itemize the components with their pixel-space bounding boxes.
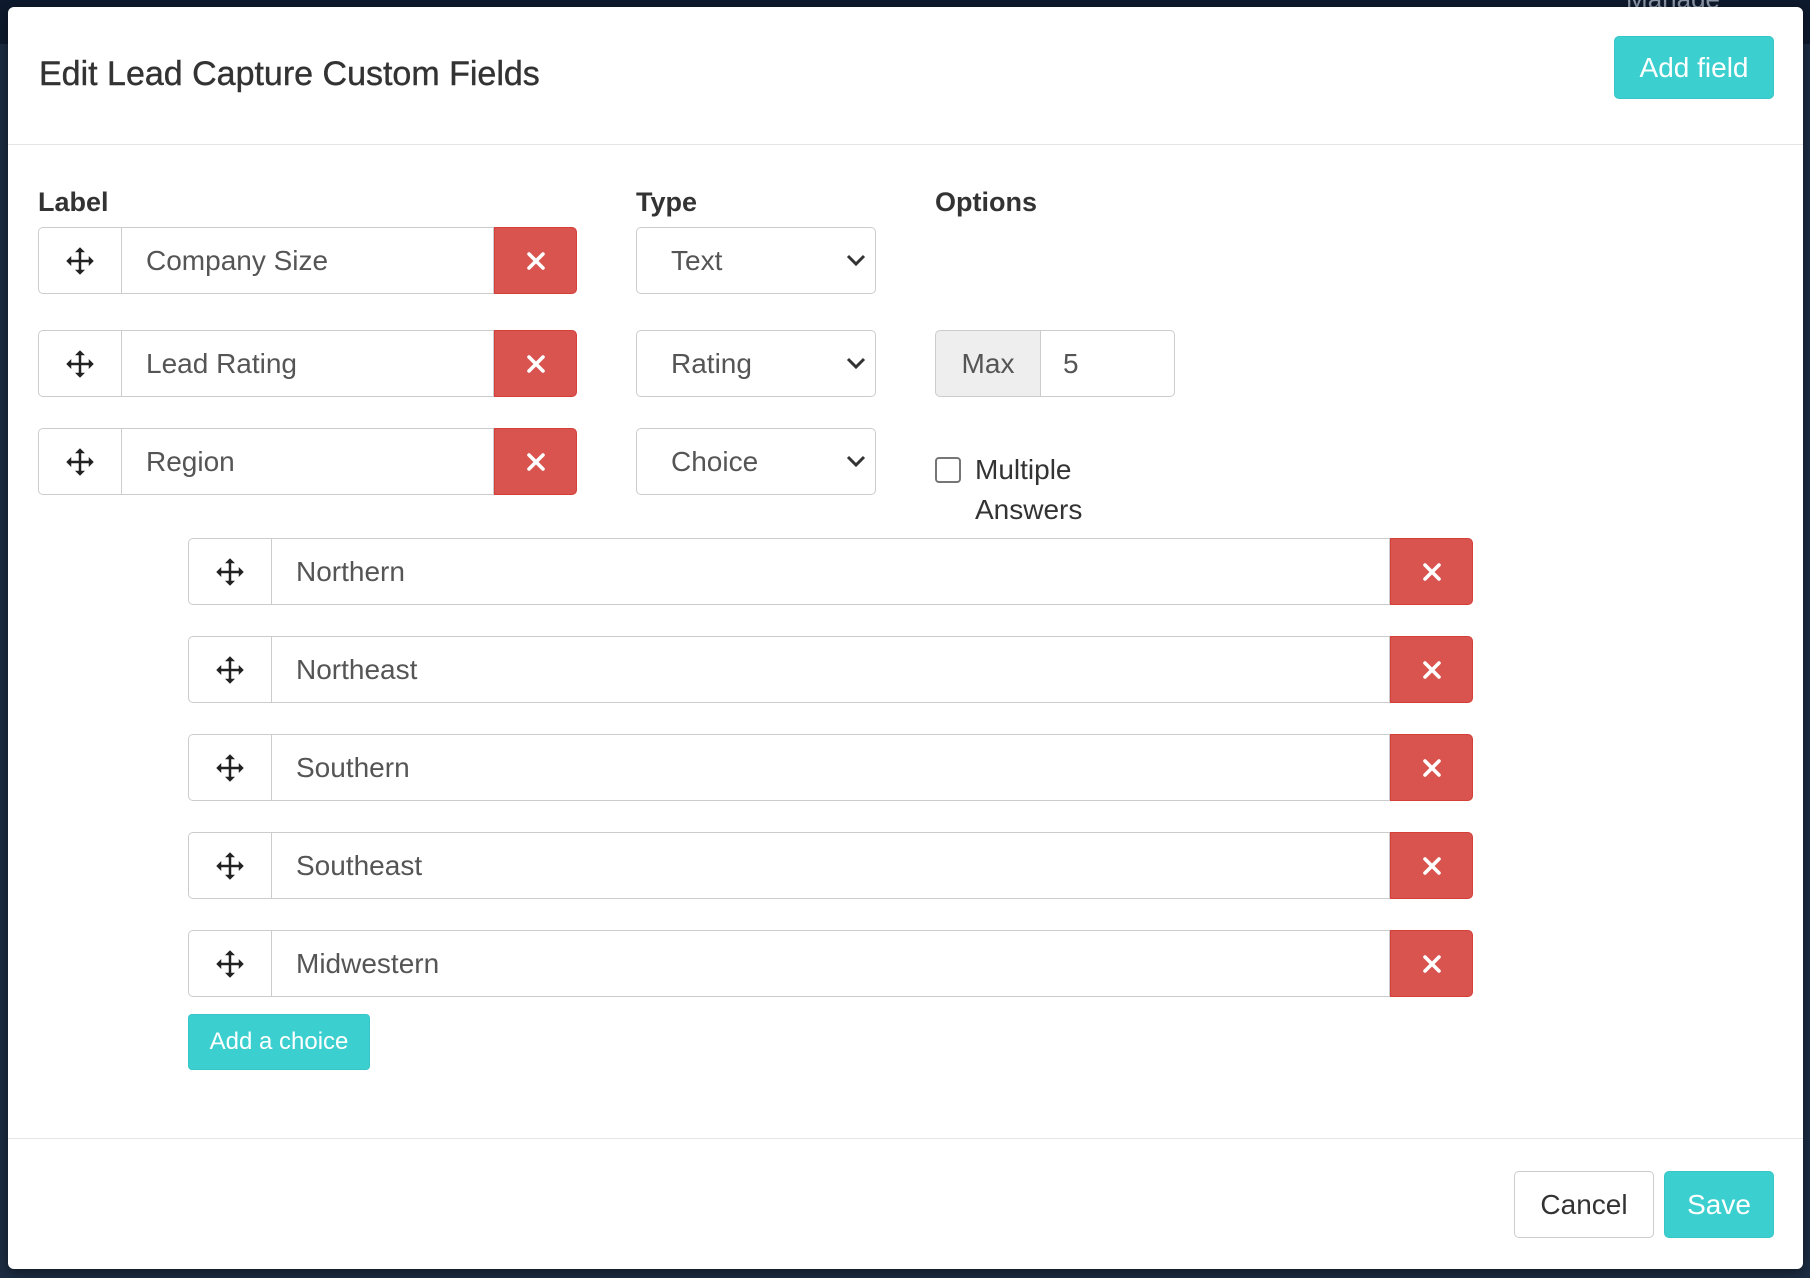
move-arrows-icon: [66, 246, 94, 275]
close-x-icon: [1422, 660, 1441, 679]
choice-input[interactable]: [271, 538, 1390, 605]
field-type-value: Choice: [671, 445, 759, 477]
delete-field-button[interactable]: [494, 227, 577, 294]
modal-title: Edit Lead Capture Custom Fields: [39, 55, 540, 93]
edit-custom-fields-modal: Edit Lead Capture Custom Fields Add fiel…: [8, 7, 1803, 1269]
save-button[interactable]: Save: [1664, 1171, 1774, 1238]
drag-handle[interactable]: [188, 930, 271, 997]
drag-handle[interactable]: [38, 227, 121, 294]
drag-handle[interactable]: [38, 330, 121, 397]
choice-input[interactable]: [271, 832, 1390, 899]
drag-handle[interactable]: [188, 538, 271, 605]
delete-choice-button[interactable]: [1390, 538, 1473, 605]
close-x-icon: [526, 452, 545, 471]
move-arrows-icon: [216, 655, 244, 684]
choice-row: [188, 636, 1473, 703]
close-x-icon: [1422, 562, 1441, 581]
delete-choice-button[interactable]: [1390, 636, 1473, 703]
field-row-company-size: [38, 227, 577, 294]
rating-max-input[interactable]: [1040, 330, 1175, 397]
close-x-icon: [1422, 856, 1441, 875]
choice-input[interactable]: [271, 734, 1390, 801]
drag-handle[interactable]: [38, 428, 121, 495]
delete-choice-button[interactable]: [1390, 734, 1473, 801]
chevron-down-icon: [846, 254, 866, 267]
field-label-input[interactable]: [121, 428, 494, 495]
delete-choice-button[interactable]: [1390, 930, 1473, 997]
multiple-answers-checkbox[interactable]: [935, 457, 961, 483]
close-x-icon: [526, 354, 545, 373]
options-column-header: Options: [935, 187, 1037, 217]
field-type-select[interactable]: Text: [636, 227, 876, 294]
field-row-lead-rating: [38, 330, 577, 397]
move-arrows-icon: [216, 557, 244, 586]
multiple-answers-option: Multiple Answers: [935, 450, 1115, 530]
move-arrows-icon: [216, 753, 244, 782]
move-arrows-icon: [216, 949, 244, 978]
cancel-button[interactable]: Cancel: [1514, 1171, 1654, 1238]
move-arrows-icon: [216, 851, 244, 880]
choice-input[interactable]: [271, 930, 1390, 997]
drag-handle[interactable]: [188, 832, 271, 899]
field-row-region: [38, 428, 577, 495]
field-label-input[interactable]: [121, 330, 494, 397]
move-arrows-icon: [66, 349, 94, 378]
close-x-icon: [526, 251, 545, 270]
rating-max-group: Max: [935, 330, 1175, 397]
field-type-select[interactable]: Choice: [636, 428, 876, 495]
add-field-button[interactable]: Add field: [1614, 36, 1774, 99]
add-choice-button[interactable]: Add a choice: [188, 1014, 370, 1070]
drag-handle[interactable]: [188, 636, 271, 703]
drag-handle[interactable]: [188, 734, 271, 801]
field-type-value: Text: [671, 244, 723, 276]
chevron-down-icon: [846, 357, 866, 370]
multiple-answers-label[interactable]: Multiple Answers: [975, 450, 1115, 530]
delete-choice-button[interactable]: [1390, 832, 1473, 899]
field-label-input[interactable]: [121, 227, 494, 294]
max-addon-label: Max: [935, 330, 1040, 397]
move-arrows-icon: [66, 447, 94, 476]
field-type-select[interactable]: Rating: [636, 330, 876, 397]
choice-row: [188, 832, 1473, 899]
choice-row: [188, 734, 1473, 801]
close-x-icon: [1422, 758, 1441, 777]
field-type-value: Rating: [671, 347, 752, 379]
choice-row: [188, 538, 1473, 605]
delete-field-button[interactable]: [494, 428, 577, 495]
delete-field-button[interactable]: [494, 330, 577, 397]
chevron-down-icon: [846, 455, 866, 468]
choice-input[interactable]: [271, 636, 1390, 703]
close-x-icon: [1422, 954, 1441, 973]
choice-row: [188, 930, 1473, 997]
type-column-header: Type: [636, 187, 698, 217]
modal-header: Edit Lead Capture Custom Fields Add fiel…: [8, 7, 1803, 145]
label-column-header: Label: [38, 187, 109, 217]
